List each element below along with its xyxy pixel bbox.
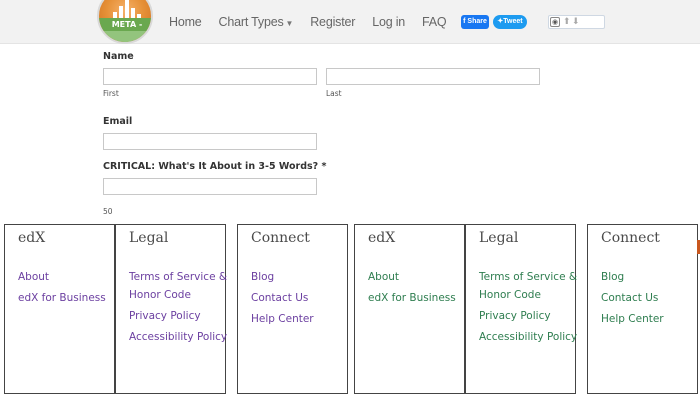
- nav-faq[interactable]: FAQ: [422, 15, 447, 29]
- site-logo[interactable]: META -: [97, 0, 153, 44]
- footer-link-contact-us[interactable]: Contact Us: [251, 289, 314, 307]
- footer-column-legal: Legal Terms of Service & Honor Code Priv…: [115, 224, 227, 394]
- footer-column-connect: Connect Blog Contact Us Help Center: [237, 224, 348, 394]
- top-navigation-bar: META - Home Chart Types ▼ Register Log in…: [0, 0, 700, 44]
- footer-link-help-center[interactable]: Help Center: [251, 310, 314, 328]
- footer-link-honor-code[interactable]: Honor Code: [129, 286, 227, 304]
- footer-link-privacy-policy[interactable]: Privacy Policy: [479, 307, 577, 325]
- footer-column-connect: Connect Blog Contact Us Help Center: [587, 224, 698, 394]
- nav-log-in[interactable]: Log in: [372, 15, 405, 29]
- email-label: Email: [103, 116, 133, 127]
- logo-text: META -: [99, 18, 151, 31]
- facebook-share-button[interactable]: f Share: [461, 15, 489, 29]
- footer-column-title: edX: [18, 230, 46, 246]
- logo-chart-icon: [113, 0, 141, 20]
- footer-column-edx: edX About edX for Business: [354, 224, 465, 394]
- footer-link-accessibility-policy[interactable]: Accessibility Policy: [479, 328, 577, 346]
- critical-words-input[interactable]: [103, 178, 317, 195]
- last-name-input[interactable]: [326, 68, 540, 85]
- reddit-vote-widget[interactable]: ◉ ⬆ ⬇: [548, 15, 605, 29]
- footer-link-terms-of-service[interactable]: Terms of Service &: [479, 268, 577, 286]
- footer-column-legal: Legal Terms of Service & Honor Code Priv…: [465, 224, 577, 394]
- main-nav: Home Chart Types ▼ Register Log in FAQ: [169, 15, 463, 29]
- footer-link-edx-for-business[interactable]: edX for Business: [18, 289, 106, 307]
- footer-link-about[interactable]: About: [18, 268, 106, 286]
- footer-column-title: edX: [368, 230, 396, 246]
- nav-chart-types[interactable]: Chart Types ▼: [219, 15, 294, 29]
- chevron-down-icon: ▼: [285, 19, 294, 28]
- footer-link-privacy-policy[interactable]: Privacy Policy: [129, 307, 227, 325]
- first-name-sublabel: First: [103, 89, 119, 98]
- email-field[interactable]: [103, 133, 317, 150]
- footer-column-title: Legal: [479, 230, 519, 246]
- downvote-icon[interactable]: ⬇: [572, 16, 580, 27]
- footer-link-about[interactable]: About: [368, 268, 456, 286]
- character-count: 50: [103, 207, 113, 216]
- footer-column-title: Connect: [601, 230, 660, 246]
- footer-column-title: Legal: [129, 230, 169, 246]
- footer-link-blog[interactable]: Blog: [251, 268, 314, 286]
- footer-link-terms-of-service[interactable]: Terms of Service &: [129, 268, 227, 286]
- reddit-icon: ◉: [550, 17, 560, 27]
- name-label: Name: [103, 51, 134, 62]
- nav-register[interactable]: Register: [310, 15, 355, 29]
- footer-link-accessibility-policy[interactable]: Accessibility Policy: [129, 328, 227, 346]
- nav-home[interactable]: Home: [169, 15, 202, 29]
- footer-link-edx-for-business[interactable]: edX for Business: [368, 289, 456, 307]
- upvote-icon[interactable]: ⬆: [563, 16, 571, 27]
- footer-column-edx: edX About edX for Business: [4, 224, 115, 394]
- footer-link-help-center[interactable]: Help Center: [601, 310, 664, 328]
- footer-link-contact-us[interactable]: Contact Us: [601, 289, 664, 307]
- footer-link-honor-code[interactable]: Honor Code: [479, 286, 577, 304]
- last-name-sublabel: Last: [326, 89, 342, 98]
- footer-column-title: Connect: [251, 230, 310, 246]
- tweet-button[interactable]: ✦Tweet: [493, 15, 527, 29]
- first-name-input[interactable]: [103, 68, 317, 85]
- footer-link-blog[interactable]: Blog: [601, 268, 664, 286]
- critical-label: CRITICAL: What's It About in 3-5 Words? …: [103, 161, 327, 172]
